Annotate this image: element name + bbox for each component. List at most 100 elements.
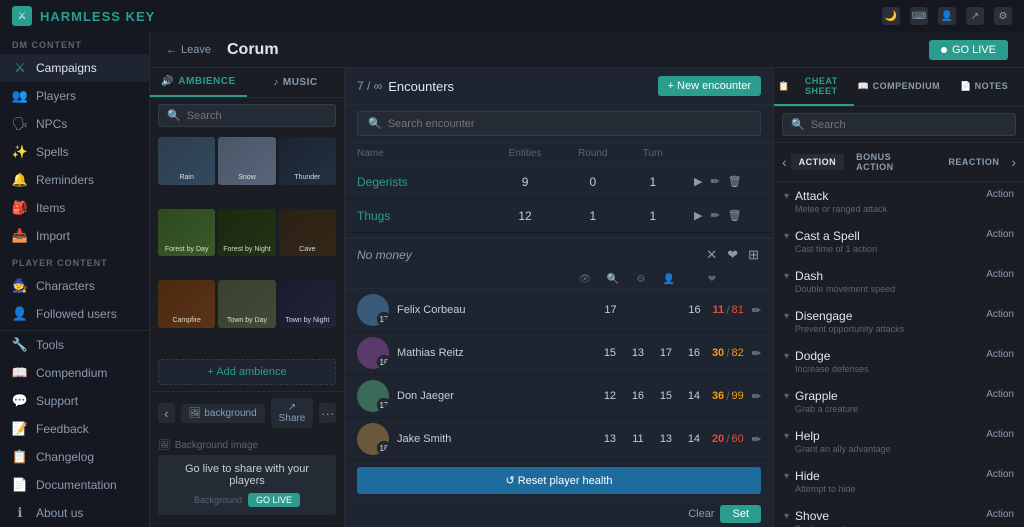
- sidebar-item-npcs[interactable]: 🗣 NPCs: [0, 110, 149, 138]
- sidebar-item-about[interactable]: ℹ About us: [0, 499, 149, 527]
- action-item[interactable]: ▾ Help Grant an ally advantage Action: [774, 422, 1024, 462]
- encounter-name[interactable]: Degerists: [345, 165, 490, 199]
- ambience-card[interactable]: Town by Day: [218, 280, 275, 328]
- more-options-button[interactable]: ···: [319, 403, 336, 423]
- layout-toggle[interactable]: ⊞: [746, 245, 761, 265]
- ambience-card[interactable]: Cave: [279, 209, 336, 257]
- share-icon[interactable]: ↗: [966, 7, 984, 25]
- go-live-button[interactable]: GO LIVE: [929, 40, 1008, 60]
- hp-current: 36: [712, 390, 724, 402]
- action-item[interactable]: ▾ Grapple Grab a creature Action: [774, 382, 1024, 422]
- go-live-small-button[interactable]: GO LIVE: [248, 493, 300, 507]
- ambience-card[interactable]: Rain: [158, 137, 215, 185]
- player-stat: 17: [601, 304, 621, 316]
- edit-encounter-button[interactable]: ✏: [708, 173, 721, 190]
- ambience-card[interactable]: Snow: [218, 137, 275, 185]
- ambience-search-input[interactable]: [187, 110, 327, 122]
- sidebar-item-support[interactable]: 💬 Support: [0, 387, 149, 415]
- tab-ambience[interactable]: 🔊 AMBIENCE: [150, 68, 247, 97]
- encounter-name[interactable]: Thugs: [345, 199, 490, 233]
- sidebar-item-feedback[interactable]: 📝 Feedback: [0, 415, 149, 443]
- sidebar-item-compendium[interactable]: 📖 Compendium: [0, 359, 149, 387]
- action-item[interactable]: ▾ Dash Double movement speed Action: [774, 262, 1024, 302]
- enc-search-input[interactable]: [388, 118, 750, 130]
- sidebar-item-campaigns[interactable]: ⚔ Campaigns: [0, 54, 149, 82]
- sidebar-item-tools[interactable]: 🔧 Tools: [0, 331, 149, 359]
- sidebar-item-followed[interactable]: 👤 Followed users: [0, 300, 149, 328]
- action-type: Action: [986, 189, 1014, 200]
- edit-encounter-button[interactable]: ✏: [708, 207, 721, 224]
- action-name: Hide: [795, 469, 980, 483]
- action-item[interactable]: ▾ Cast a Spell Cast time of 1 action Act…: [774, 222, 1024, 262]
- hp-current: 20: [712, 433, 724, 445]
- sidebar-item-spells[interactable]: ✨ Spells: [0, 138, 149, 166]
- sidebar-item-reminders[interactable]: 🔔 Reminders: [0, 166, 149, 194]
- reset-health-button[interactable]: ↺ Reset player health: [357, 467, 761, 494]
- player-edit-button[interactable]: ✏: [752, 304, 761, 317]
- action-name: Disengage: [795, 309, 980, 323]
- delete-encounter-button[interactable]: 🗑: [726, 173, 744, 190]
- action-item[interactable]: ▾ Dodge Increase defenses Action: [774, 342, 1024, 382]
- share-button[interactable]: ↗ Share: [271, 398, 314, 428]
- player-edit-button[interactable]: ✏: [752, 433, 761, 446]
- player-edit-button[interactable]: ✏: [752, 390, 761, 403]
- action-item[interactable]: ▾ Disengage Prevent opportunity attacks …: [774, 302, 1024, 342]
- tab-action[interactable]: ACTION: [791, 154, 845, 170]
- ambience-card[interactable]: Thunder: [279, 137, 336, 185]
- action-desc: Grant an ally advantage: [795, 444, 980, 454]
- ambience-card[interactable]: Forest by Night: [218, 209, 275, 257]
- action-item[interactable]: ▾ Shove Push a creature Action: [774, 502, 1024, 527]
- right-search-input[interactable]: [811, 119, 1007, 131]
- leave-button[interactable]: ← Leave: [166, 44, 211, 56]
- sidebar-item-import[interactable]: 📥 Import: [0, 222, 149, 250]
- add-ambience-button[interactable]: + Add ambience: [158, 359, 336, 385]
- about-icon: ℹ: [12, 505, 28, 521]
- settings-icon[interactable]: ⚙: [994, 7, 1012, 25]
- action-item[interactable]: ▾ Hide Attempt to hide Action: [774, 462, 1024, 502]
- background-button[interactable]: 🖼 background: [181, 404, 265, 423]
- sidebar-item-changelog[interactable]: 📋 Changelog: [0, 443, 149, 471]
- moon-icon[interactable]: 🌙: [882, 7, 900, 25]
- sidebar-item-documentation[interactable]: 📄 Documentation: [0, 471, 149, 499]
- ambience-card[interactable]: Forest by Day: [158, 209, 215, 257]
- chevron-down-icon: ▾: [784, 271, 789, 282]
- sidebar-item-reminders-label: Reminders: [36, 173, 94, 187]
- background-icon: 🖼: [189, 408, 202, 419]
- sidebar-item-characters[interactable]: 🧙 Characters: [0, 272, 149, 300]
- eye-toggle[interactable]: ✕: [704, 245, 719, 265]
- player-hp: 30 / 82: [712, 346, 744, 360]
- tab-cheat-sheet[interactable]: 📋 CHEAT SHEET: [774, 68, 854, 106]
- sidebar-item-players[interactable]: 👥 Players: [0, 82, 149, 110]
- play-encounter-button[interactable]: ▶: [692, 207, 704, 224]
- sidebar-item-items[interactable]: 🎒 Items: [0, 194, 149, 222]
- enc-search-box: 🔍: [357, 111, 761, 136]
- search-icon: 🔍: [167, 109, 181, 122]
- action-item[interactable]: ▾ Attack Melee or ranged attack Action: [774, 182, 1024, 222]
- tab-bonus-action[interactable]: BONUS ACTION: [848, 149, 936, 175]
- new-encounter-button[interactable]: + New encounter: [658, 76, 761, 96]
- action-prev-button[interactable]: ‹: [782, 154, 787, 170]
- hp-current: 30: [712, 347, 724, 359]
- tab-reaction[interactable]: REACTION: [940, 154, 1007, 170]
- feedback-icon: 📝: [12, 421, 28, 437]
- action-next-button[interactable]: ›: [1011, 154, 1016, 170]
- delete-encounter-button[interactable]: 🗑: [726, 207, 744, 224]
- sidebar-item-about-label: About us: [36, 506, 83, 520]
- play-encounter-button[interactable]: ▶: [692, 173, 704, 190]
- action-name: Grapple: [795, 389, 980, 403]
- set-button[interactable]: Set: [720, 505, 761, 523]
- user-icon[interactable]: 👤: [938, 7, 956, 25]
- clear-button[interactable]: Clear: [688, 505, 714, 523]
- ambience-card[interactable]: Town by Night: [279, 280, 336, 328]
- tab-music[interactable]: ♪ MUSIC: [247, 68, 344, 97]
- encounter-turn: 1: [626, 199, 680, 233]
- player-edit-button[interactable]: ✏: [752, 347, 761, 360]
- prev-nav-button[interactable]: ‹: [158, 403, 175, 423]
- tab-notes[interactable]: 📄 NOTES: [944, 68, 1024, 106]
- chevron-down-icon: ▾: [784, 351, 789, 362]
- action-content: Disengage Prevent opportunity attacks: [795, 309, 980, 334]
- tab-compendium[interactable]: 📖 COMPENDIUM: [854, 68, 944, 106]
- hp-toggle[interactable]: ❤: [725, 245, 740, 265]
- ambience-card[interactable]: Campfire: [158, 280, 215, 328]
- keyboard-icon[interactable]: ⌨: [910, 7, 928, 25]
